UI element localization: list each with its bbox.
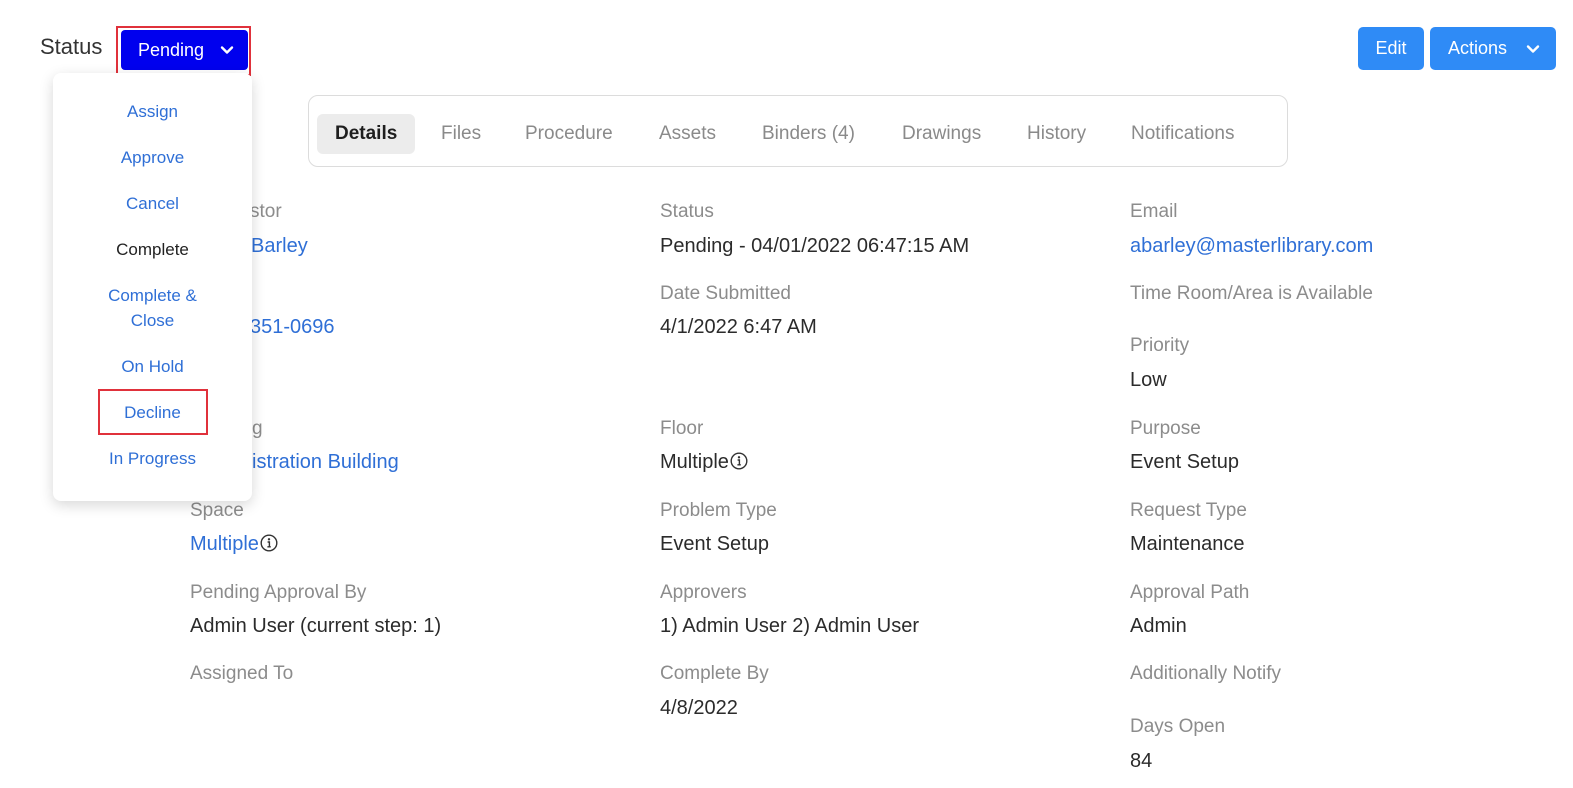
- building-link[interactable]: istration Building: [252, 451, 399, 474]
- complete-by-value: 4/8/2022: [660, 697, 738, 719]
- approvers-value: 1) Admin User 2) Admin User: [660, 615, 919, 637]
- tab-procedure[interactable]: Procedure: [525, 114, 613, 154]
- chevron-down-icon: [1526, 45, 1540, 53]
- complete-by-label: Complete By: [660, 663, 769, 684]
- problem-type-value: Event Setup: [660, 533, 769, 555]
- date-submitted-label: Date Submitted: [660, 283, 791, 304]
- tab-drawings[interactable]: Drawings: [902, 114, 981, 154]
- menu-item-complete[interactable]: Complete: [53, 237, 252, 262]
- menu-item-decline[interactable]: Decline: [53, 400, 252, 425]
- purpose-label: Purpose: [1130, 418, 1201, 439]
- building-label: g: [252, 418, 263, 439]
- chevron-down-icon: [220, 46, 234, 54]
- request-type-value: Maintenance: [1130, 533, 1245, 555]
- tab-assets[interactable]: Assets: [659, 114, 716, 154]
- menu-item-assign[interactable]: Assign: [53, 99, 252, 124]
- menu-item-complete-close-line1: Complete &: [108, 286, 197, 305]
- status-dropdown-label: Pending: [138, 39, 205, 60]
- status-label: Status: [40, 34, 103, 59]
- assigned-to-label: Assigned To: [190, 663, 294, 684]
- priority-value: Low: [1130, 369, 1167, 391]
- problem-type-label: Problem Type: [660, 500, 777, 521]
- space-value: Multiple: [190, 533, 278, 556]
- edit-button[interactable]: Edit: [1358, 27, 1424, 70]
- tab-details[interactable]: Details: [317, 114, 416, 154]
- menu-item-in-progress[interactable]: In Progress: [53, 446, 252, 471]
- space-label: Space: [190, 500, 244, 521]
- approval-path-value: Admin: [1130, 615, 1187, 637]
- floor-value-text: Multiple: [660, 451, 729, 473]
- requestor-link[interactable]: Barley: [251, 235, 308, 258]
- status-field-label: Status: [660, 201, 714, 222]
- days-open-value: 84: [1130, 750, 1153, 772]
- tab-history[interactable]: History: [1027, 114, 1086, 154]
- actions-button[interactable]: Actions: [1430, 27, 1556, 70]
- pending-approval-value: Admin User (current step: 1): [190, 615, 442, 637]
- date-submitted-value: 4/1/2022 6:47 AM: [660, 316, 817, 338]
- info-icon[interactable]: [730, 452, 748, 470]
- menu-item-cancel[interactable]: Cancel: [53, 191, 252, 216]
- space-link[interactable]: Multiple: [190, 533, 259, 555]
- approvers-label: Approvers: [660, 582, 747, 603]
- status-dropdown-menu: Assign Approve Cancel Complete Complete …: [53, 73, 252, 501]
- phone-link[interactable]: 351-0696: [250, 316, 335, 339]
- additionally-notify-label: Additionally Notify: [1130, 663, 1282, 684]
- actions-button-label: Actions: [1448, 38, 1508, 58]
- days-open-label: Days Open: [1130, 716, 1226, 737]
- pending-approval-label: Pending Approval By: [190, 582, 367, 603]
- menu-item-complete-close-line2: Close: [130, 311, 175, 330]
- requestor-label: stor: [250, 201, 282, 222]
- menu-item-complete-close[interactable]: Complete & Close: [53, 283, 252, 333]
- priority-label: Priority: [1130, 335, 1190, 356]
- tab-bar: Details Files Procedure Assets Binders (…: [308, 95, 1288, 167]
- menu-item-on-hold[interactable]: On Hold: [53, 354, 252, 379]
- email-label: Email: [1130, 201, 1178, 222]
- tab-files[interactable]: Files: [441, 114, 481, 154]
- tab-notifications[interactable]: Notifications: [1131, 114, 1235, 154]
- request-type-label: Request Type: [1130, 500, 1247, 521]
- status-field-value: Pending - 04/01/2022 06:47:15 AM: [660, 235, 970, 257]
- tab-binders[interactable]: Binders (4): [762, 114, 855, 154]
- email-link[interactable]: abarley@masterlibrary.com: [1130, 235, 1373, 258]
- info-icon[interactable]: [260, 534, 278, 552]
- approval-path-label: Approval Path: [1130, 582, 1250, 603]
- purpose-value: Event Setup: [1130, 451, 1239, 473]
- menu-item-approve[interactable]: Approve: [53, 145, 252, 170]
- floor-label: Floor: [660, 418, 704, 439]
- status-dropdown-button[interactable]: Pending: [121, 30, 248, 70]
- time-room-label: Time Room/Area is Available: [1130, 283, 1373, 304]
- floor-value: Multiple: [660, 451, 748, 474]
